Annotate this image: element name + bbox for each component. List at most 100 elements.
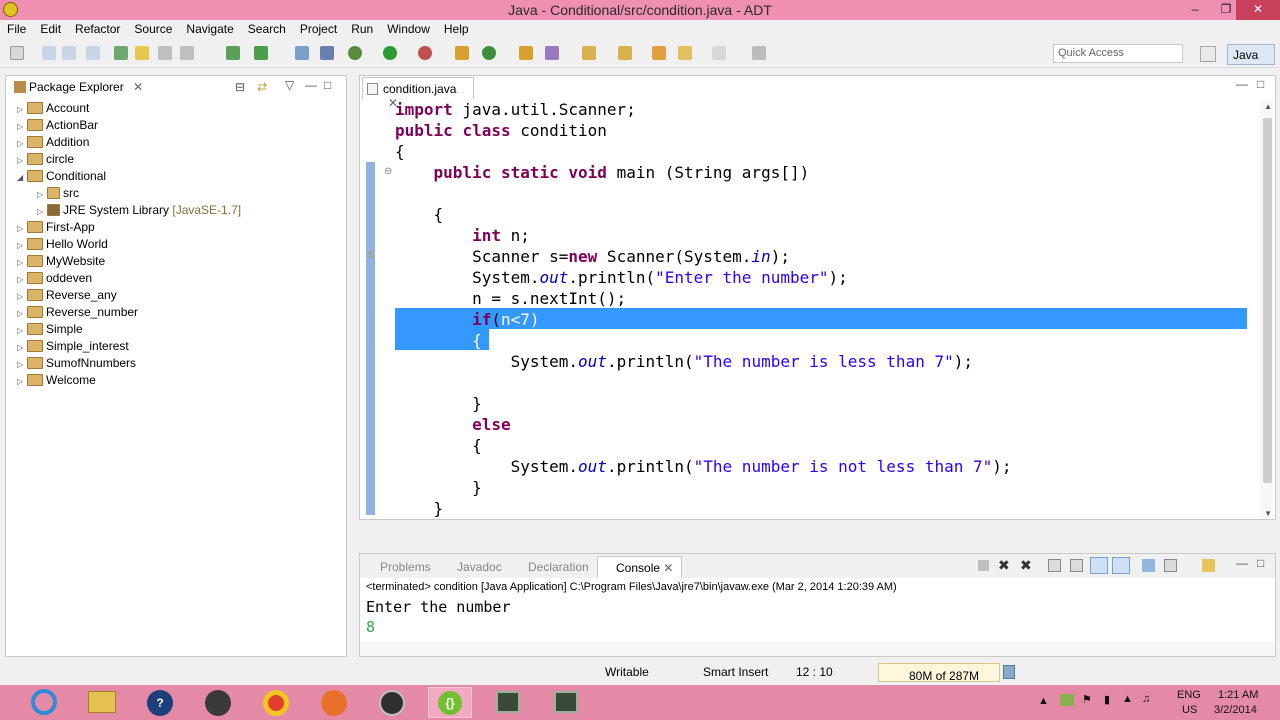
terminate-icon[interactable] — [978, 560, 989, 571]
pin-editor-icon[interactable] — [752, 46, 766, 60]
display-console-icon[interactable] — [1164, 559, 1177, 572]
expand-arrow-icon[interactable]: ▷ — [17, 224, 27, 233]
menu-navigate[interactable]: Navigate — [179, 20, 240, 36]
expand-arrow-icon[interactable]: ▷ — [17, 156, 27, 165]
new-icon[interactable] — [10, 46, 24, 60]
new-class-icon[interactable] — [482, 46, 496, 60]
print-icon[interactable] — [86, 46, 100, 60]
layout-icon[interactable] — [226, 46, 240, 60]
close-view-icon[interactable]: ✕ — [133, 80, 143, 94]
debug-icon[interactable] — [348, 46, 362, 60]
expand-arrow-icon[interactable]: ▷ — [17, 122, 27, 131]
save-all-icon[interactable] — [62, 46, 76, 60]
adt-taskbar-icon[interactable]: {} — [428, 687, 472, 718]
expand-arrow-icon[interactable]: ▷ — [17, 360, 27, 369]
language-indicator[interactable]: ENG — [1177, 689, 1201, 701]
expand-arrow-icon[interactable]: ▷ — [17, 343, 27, 352]
new-console-icon[interactable] — [1202, 559, 1215, 572]
open-console-icon[interactable] — [1142, 559, 1155, 572]
highlight-icon[interactable] — [135, 46, 149, 60]
menu-file[interactable]: File — [0, 20, 33, 36]
tree-item-actionbar[interactable]: ▷ ActionBar — [17, 118, 98, 132]
maximize-view-icon[interactable]: □ — [324, 78, 331, 92]
expand-arrow-icon[interactable]: ▷ — [37, 207, 47, 216]
tab-javadoc[interactable]: Javadoc — [457, 560, 502, 574]
minimize-button[interactable]: – — [1181, 0, 1209, 20]
console-horizontal-scrollbar[interactable] — [360, 642, 1275, 656]
terminal-icon[interactable] — [486, 687, 530, 718]
tree-item-reverse-any[interactable]: ▷ Reverse_any — [17, 288, 117, 302]
link-with-editor-icon[interactable]: ⇄ — [257, 80, 267, 94]
expand-arrow-icon[interactable]: ▷ — [17, 275, 27, 284]
search-icon[interactable] — [545, 46, 559, 60]
minimize-editor-icon[interactable]: — — [1236, 77, 1248, 91]
open-type-icon[interactable] — [519, 46, 533, 60]
tree-item-mywebsite[interactable]: ▷ MyWebsite — [17, 254, 105, 268]
quick-access-input[interactable]: Quick Access — [1053, 44, 1183, 63]
tree-item-src[interactable]: ▷ src — [37, 186, 79, 200]
expand-arrow-icon[interactable]: ▷ — [17, 241, 27, 250]
android-sdk-icon[interactable] — [114, 46, 128, 60]
tree-item-simple[interactable]: ▷ Simple — [17, 322, 83, 336]
tree-item-hello-world[interactable]: ▷ Hello World — [17, 237, 108, 251]
clock-date[interactable]: 3/2/2014 — [1214, 704, 1257, 716]
tree-item-reverse-number[interactable]: ▷ Reverse_number — [17, 305, 138, 319]
expand-arrow-icon[interactable]: ▷ — [17, 377, 27, 386]
expand-arrow-icon[interactable]: ▷ — [17, 326, 27, 335]
tree-item-circle[interactable]: ▷ circle — [17, 152, 74, 166]
android-emulator-icon[interactable] — [544, 687, 588, 718]
tree-item-addition[interactable]: ▷ Addition — [17, 135, 89, 149]
save-icon[interactable] — [42, 46, 56, 60]
pin-console-icon[interactable] — [1112, 557, 1130, 574]
tree-item-account[interactable]: ▷ Account — [17, 101, 89, 115]
tab-condition-java[interactable]: condition.java ✕ — [362, 77, 474, 110]
help-icon[interactable]: ? — [138, 687, 182, 718]
tree-item-welcome[interactable]: ▷ Welcome — [17, 373, 96, 387]
external-tools-icon[interactable] — [418, 46, 432, 60]
expand-arrow-icon[interactable]: ▷ — [17, 258, 27, 267]
expand-arrow-icon[interactable]: ▷ — [17, 139, 27, 148]
checkbox-icon[interactable] — [254, 46, 268, 60]
last-edit-icon[interactable] — [652, 46, 666, 60]
menu-refactor[interactable]: Refactor — [68, 20, 127, 36]
minimize-console-icon[interactable]: — — [1236, 556, 1248, 570]
lint-icon[interactable] — [295, 46, 309, 60]
forward-icon[interactable] — [712, 46, 726, 60]
toggle-icon[interactable] — [158, 46, 172, 60]
tree-item-simple-interest[interactable]: ▷ Simple_interest — [17, 339, 129, 353]
maximize-editor-icon[interactable]: □ — [1257, 77, 1264, 91]
menu-project[interactable]: Project — [293, 20, 344, 36]
maximize-console-icon[interactable]: □ — [1257, 556, 1264, 570]
menu-help[interactable]: Help — [437, 20, 476, 36]
tree-item-sumofnnumbers[interactable]: ▷ SumofNnumbers — [17, 356, 136, 370]
skip-breakpoints-icon[interactable] — [320, 46, 334, 60]
word-wrap-icon[interactable] — [1090, 557, 1108, 574]
close-button[interactable]: ✕ — [1236, 0, 1280, 20]
menu-search[interactable]: Search — [241, 20, 293, 36]
scroll-lock-icon[interactable] — [1070, 559, 1083, 572]
expand-arrow-icon[interactable]: ▷ — [17, 309, 27, 318]
expand-arrow-icon[interactable]: ▷ — [17, 292, 27, 301]
tab-console[interactable]: Console ✕ — [597, 556, 683, 578]
tree-item-conditional[interactable]: ◢ Conditional — [17, 169, 106, 183]
new-java-project-icon[interactable] — [455, 46, 469, 60]
view-menu-icon[interactable]: ▽ — [285, 78, 294, 92]
collapse-arrow-icon[interactable]: ◢ — [17, 173, 27, 182]
block-select-icon[interactable] — [180, 46, 194, 60]
tree-item-oddeven[interactable]: ▷ oddeven — [17, 271, 92, 285]
flag-icon[interactable]: ⚑ — [1082, 693, 1092, 706]
globe-app-icon[interactable] — [196, 687, 240, 718]
internet-explorer-icon[interactable] — [22, 687, 66, 718]
open-perspective-icon[interactable] — [1200, 46, 1216, 62]
network-icon[interactable]: ▲ — [1122, 693, 1133, 705]
tab-declaration[interactable]: Declaration — [528, 560, 589, 574]
clear-console-icon[interactable] — [1048, 559, 1061, 572]
fold-icon[interactable]: ⊖ — [384, 166, 392, 177]
heap-status[interactable]: 80M of 287M — [878, 663, 1000, 683]
expand-arrow-icon[interactable]: ▷ — [37, 190, 47, 199]
menu-run[interactable]: Run — [344, 20, 380, 36]
scroll-down-icon[interactable]: ▼ — [1264, 509, 1272, 518]
editor-scroll-thumb[interactable] — [1263, 118, 1272, 483]
menu-source[interactable]: Source — [127, 20, 179, 36]
file-explorer-icon[interactable] — [80, 687, 124, 718]
